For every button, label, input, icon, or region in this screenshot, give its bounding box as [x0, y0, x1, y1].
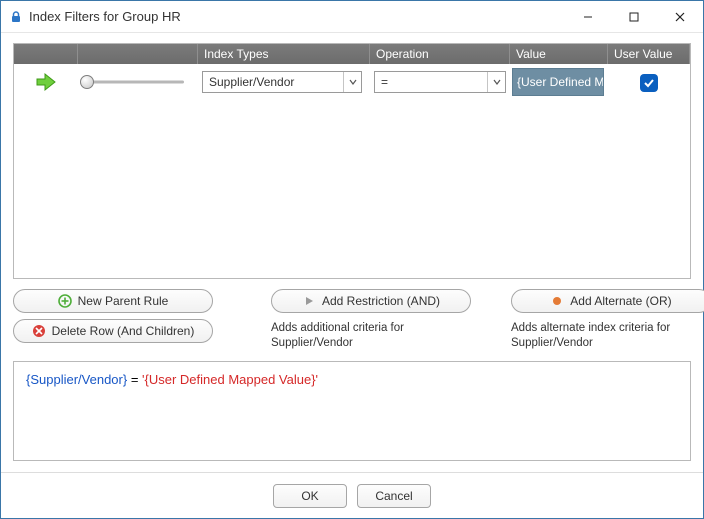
window-buttons — [565, 1, 703, 33]
ok-button[interactable]: OK — [273, 484, 347, 508]
button-label: Add Restriction (AND) — [322, 294, 440, 308]
check-icon — [643, 77, 655, 89]
chevron-down-icon — [487, 72, 505, 92]
add-restriction-button[interactable]: Add Restriction (AND) — [271, 289, 471, 313]
add-alternate-button[interactable]: Add Alternate (OR) — [511, 289, 704, 313]
button-label: Delete Row (And Children) — [52, 324, 195, 338]
delete-row-button[interactable]: Delete Row (And Children) — [13, 319, 213, 343]
circle-icon — [550, 294, 564, 308]
window-title: Index Filters for Group HR — [29, 9, 181, 24]
alternate-helper-text: Adds alternate index criteria for Suppli… — [511, 319, 704, 351]
filter-grid: Index Types Operation Value User Value — [13, 43, 691, 279]
plus-circle-icon — [58, 294, 72, 308]
slider-thumb-icon[interactable] — [80, 75, 94, 89]
expression-preview: {Supplier/Vendor} = '{User Defined Mappe… — [13, 361, 691, 461]
header-level — [78, 44, 198, 64]
action-buttons-area: New Parent Rule Add Restriction (AND) Ad… — [13, 289, 691, 351]
index-type-dropdown[interactable]: Supplier/Vendor — [202, 71, 362, 93]
index-type-value: Supplier/Vendor — [203, 75, 343, 89]
lock-icon — [9, 10, 23, 24]
filter-row[interactable]: Supplier/Vendor = — [14, 64, 690, 100]
operation-dropdown[interactable]: = — [374, 71, 506, 93]
header-operation: Operation — [370, 44, 510, 64]
user-value-checkbox[interactable] — [640, 74, 658, 92]
header-value: Value — [510, 44, 608, 64]
operation-value: = — [375, 75, 487, 89]
header-indicator — [14, 44, 78, 64]
value-text: {User Defined Ma... — [517, 75, 604, 89]
header-index-types: Index Types — [198, 44, 370, 64]
delete-circle-icon — [32, 324, 46, 338]
expr-field: {Supplier/Vendor} — [26, 372, 127, 387]
current-row-arrow-icon — [33, 70, 59, 94]
indent-slider[interactable] — [78, 74, 184, 90]
cancel-button[interactable]: Cancel — [357, 484, 431, 508]
button-label: New Parent Rule — [78, 294, 169, 308]
minimize-button[interactable] — [565, 1, 611, 33]
close-button[interactable] — [657, 1, 703, 33]
restriction-helper-text: Adds additional criteria for Supplier/Ve… — [271, 319, 471, 351]
new-parent-rule-button[interactable]: New Parent Rule — [13, 289, 213, 313]
maximize-button[interactable] — [611, 1, 657, 33]
chevron-down-icon — [343, 72, 361, 92]
grid-header: Index Types Operation Value User Value — [14, 44, 690, 64]
value-cell[interactable]: {User Defined Ma... — [512, 68, 604, 96]
play-icon — [302, 294, 316, 308]
dialog-footer: OK Cancel — [1, 472, 703, 518]
expr-operator: = — [127, 372, 142, 387]
button-label: Add Alternate (OR) — [570, 294, 671, 308]
title-bar: Index Filters for Group HR — [1, 1, 703, 33]
header-user-value: User Value — [608, 44, 690, 64]
expr-value: '{User Defined Mapped Value}' — [142, 372, 318, 387]
